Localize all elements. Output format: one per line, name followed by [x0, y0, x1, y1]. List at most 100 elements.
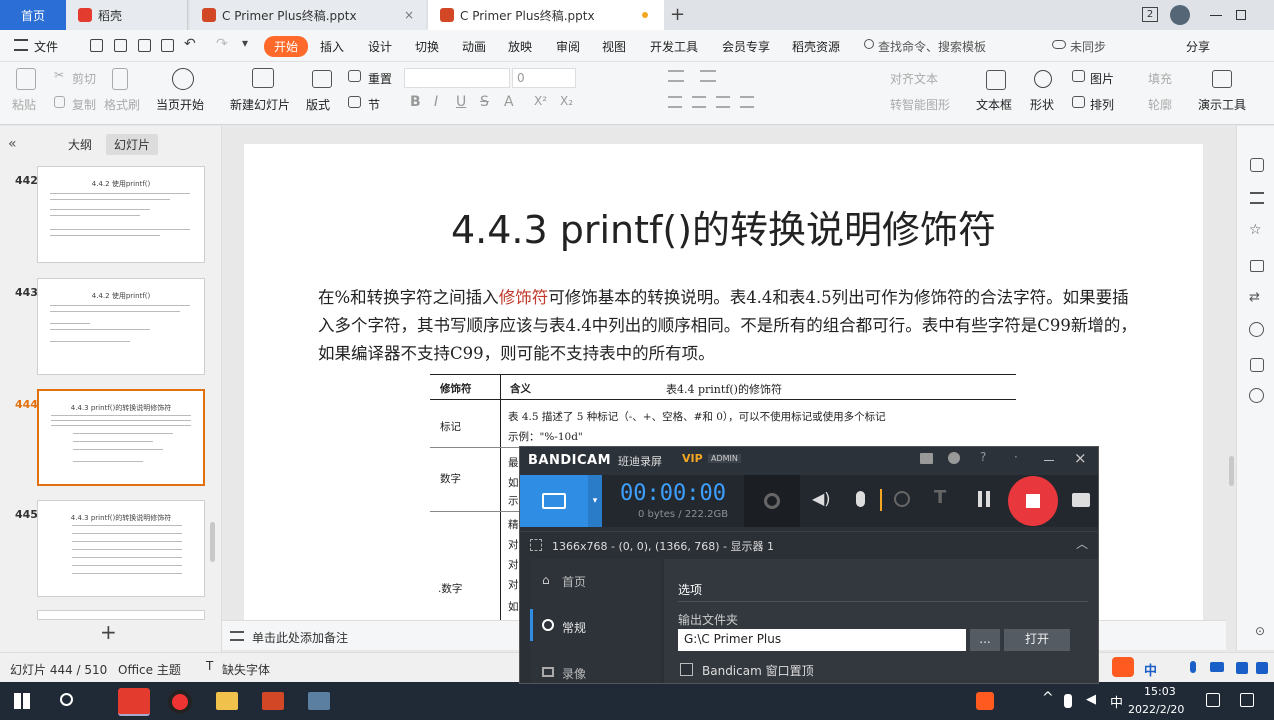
slide-thumbnail[interactable]: 4.4.2 使用printf()	[37, 278, 205, 375]
new-slide-button[interactable]: 新建幻灯片	[230, 96, 290, 113]
help-icon[interactable]: ?	[980, 450, 986, 464]
topmost-label[interactable]: Bandicam 窗口置顶	[702, 662, 814, 679]
comment-icon[interactable]	[1250, 260, 1264, 272]
menu-developer[interactable]: 开发工具	[650, 38, 698, 55]
canvas-scrollbar[interactable]	[1229, 456, 1234, 486]
speaker-icon[interactable]: ◀)	[812, 489, 831, 508]
font-color-icon[interactable]: A	[504, 94, 514, 110]
show-desktop-icon[interactable]	[1240, 693, 1254, 707]
slides-tab[interactable]: 幻灯片	[106, 134, 159, 155]
preview-icon[interactable]	[161, 39, 174, 52]
nav-home[interactable]: 首页	[562, 573, 586, 590]
theme-label[interactable]: Office 主题	[118, 661, 181, 678]
add-slide-button[interactable]: +	[100, 620, 117, 644]
text-overlay-icon[interactable]: T	[934, 487, 946, 508]
output-folder-input[interactable]: G:\C Primer Plus	[678, 629, 966, 651]
window-app-icon[interactable]	[308, 692, 330, 710]
align-right-icon[interactable]	[716, 96, 730, 108]
tray-network-icon[interactable]	[1064, 694, 1072, 708]
topmost-checkbox[interactable]	[680, 663, 693, 676]
bold-icon[interactable]: B	[410, 94, 421, 110]
align-text-button[interactable]: 对齐文本	[890, 70, 938, 87]
nav-general[interactable]: 常规	[562, 619, 586, 636]
redo-icon[interactable]: ↷	[216, 36, 228, 52]
help-icon[interactable]	[1249, 322, 1264, 337]
menu-transition[interactable]: 切换	[415, 38, 439, 55]
menu-daoke-resources[interactable]: 稻壳资源	[792, 38, 840, 55]
minimize-icon[interactable]	[1210, 15, 1222, 16]
missing-font-button[interactable]: 缺失字体	[222, 661, 270, 678]
windows-start-icon[interactable]	[14, 693, 30, 709]
menu-slideshow[interactable]: 放映	[508, 38, 532, 55]
taskbar-search-icon[interactable]	[60, 693, 73, 706]
reset-button[interactable]: 重置	[368, 70, 392, 87]
font-size-select[interactable]: 0	[512, 68, 576, 88]
menu-file[interactable]: 文件	[34, 38, 58, 55]
menu-animation[interactable]: 动画	[462, 38, 486, 55]
tab-daoke[interactable]: 稻壳	[66, 0, 188, 30]
magic-icon[interactable]	[1250, 158, 1264, 172]
clock-icon[interactable]	[948, 452, 960, 464]
window-count-badge[interactable]: 2	[1142, 7, 1158, 22]
cut-button[interactable]: 剪切	[72, 70, 96, 87]
microphone-icon[interactable]	[856, 491, 865, 507]
smartart-button[interactable]: 转智能图形	[890, 96, 950, 113]
expand-up-icon[interactable]: ︿	[1076, 535, 1088, 552]
bandicam-titlebar[interactable]: BANDICAM 班迪录屏 VIP ADMIN ? · ×	[520, 447, 1098, 475]
align-center-icon[interactable]	[692, 96, 706, 108]
ime-skin-icon[interactable]	[1236, 662, 1248, 674]
clock-time[interactable]: 15:03	[1144, 685, 1176, 698]
outline-tab[interactable]: 大纲	[68, 136, 92, 153]
present-tools-button[interactable]: 演示工具	[1198, 96, 1246, 113]
new-tab-button[interactable]: +	[670, 4, 685, 25]
bandicam-app-icon[interactable]	[168, 690, 192, 714]
slide-thumbnail[interactable]	[37, 610, 205, 620]
picture-button[interactable]: 图片	[1090, 70, 1114, 87]
menu-member[interactable]: 会员专享	[722, 38, 770, 55]
tray-up-icon[interactable]: ^	[1042, 690, 1054, 706]
nav-video[interactable]: 录像	[562, 665, 586, 682]
hamburger-icon[interactable]	[14, 39, 28, 51]
notes-placeholder[interactable]: 单击此处添加备注	[252, 629, 348, 646]
browse-button[interactable]: ...	[970, 629, 1000, 651]
wps-app-icon[interactable]	[118, 688, 150, 716]
tray-lang[interactable]: 中	[1110, 692, 1123, 711]
tab-doc-2[interactable]: C Primer Plus终稿.pptx	[428, 0, 664, 30]
mode-dropdown-icon[interactable]: ▾	[588, 475, 602, 527]
bandicam-window[interactable]: BANDICAM 班迪录屏 VIP ADMIN ? · × ▾ 00:00:00…	[519, 446, 1099, 684]
section-button[interactable]: 节	[368, 96, 380, 113]
menu-home[interactable]: 开始	[264, 36, 309, 57]
italic-icon[interactable]: I	[434, 94, 438, 110]
file-explorer-icon[interactable]	[216, 692, 238, 710]
superscript-icon[interactable]: X²	[534, 94, 547, 108]
menu-view[interactable]: 视图	[602, 38, 626, 55]
pause-icon[interactable]	[978, 491, 990, 507]
menu-insert[interactable]: 插入	[320, 38, 344, 55]
minimize-icon[interactable]	[1044, 460, 1054, 461]
save-icon[interactable]	[90, 39, 103, 52]
close-icon[interactable]: ×	[1074, 449, 1087, 467]
outline-button[interactable]: 轮廓	[1148, 96, 1172, 113]
print-icon[interactable]	[138, 39, 151, 52]
layout-icon[interactable]	[312, 70, 332, 88]
transfer-icon[interactable]: ⇄	[1249, 290, 1260, 305]
sogou-icon[interactable]	[1112, 657, 1134, 677]
justify-icon[interactable]	[740, 96, 754, 108]
arrange-button[interactable]: 排列	[1090, 96, 1114, 113]
copy-button[interactable]: 复制	[72, 96, 96, 113]
format-painter-icon[interactable]	[112, 68, 128, 90]
screenshot-camera-icon[interactable]	[1072, 493, 1090, 507]
panel-scrollbar[interactable]	[210, 522, 215, 562]
open-folder-button[interactable]: 打开	[1004, 629, 1070, 651]
numbering-icon[interactable]	[700, 70, 716, 82]
ime-menu-icon[interactable]	[1256, 662, 1268, 674]
ime-keyboard-icon[interactable]	[1210, 662, 1224, 672]
align-left-icon[interactable]	[668, 96, 682, 108]
font-family-select[interactable]	[404, 68, 510, 88]
slide-paragraph[interactable]: 在%和转换字符之间插入修饰符可修饰基本的转换说明。表4.4和表4.5列出可作为修…	[318, 284, 1138, 368]
folder-icon[interactable]	[920, 453, 933, 464]
sync-status[interactable]: 未同步	[1070, 38, 1106, 55]
ime-lang[interactable]: 中	[1144, 660, 1157, 679]
ai-icon[interactable]	[1249, 388, 1264, 403]
tab-doc-1[interactable]: C Primer Plus终稿.pptx ×	[190, 0, 426, 30]
